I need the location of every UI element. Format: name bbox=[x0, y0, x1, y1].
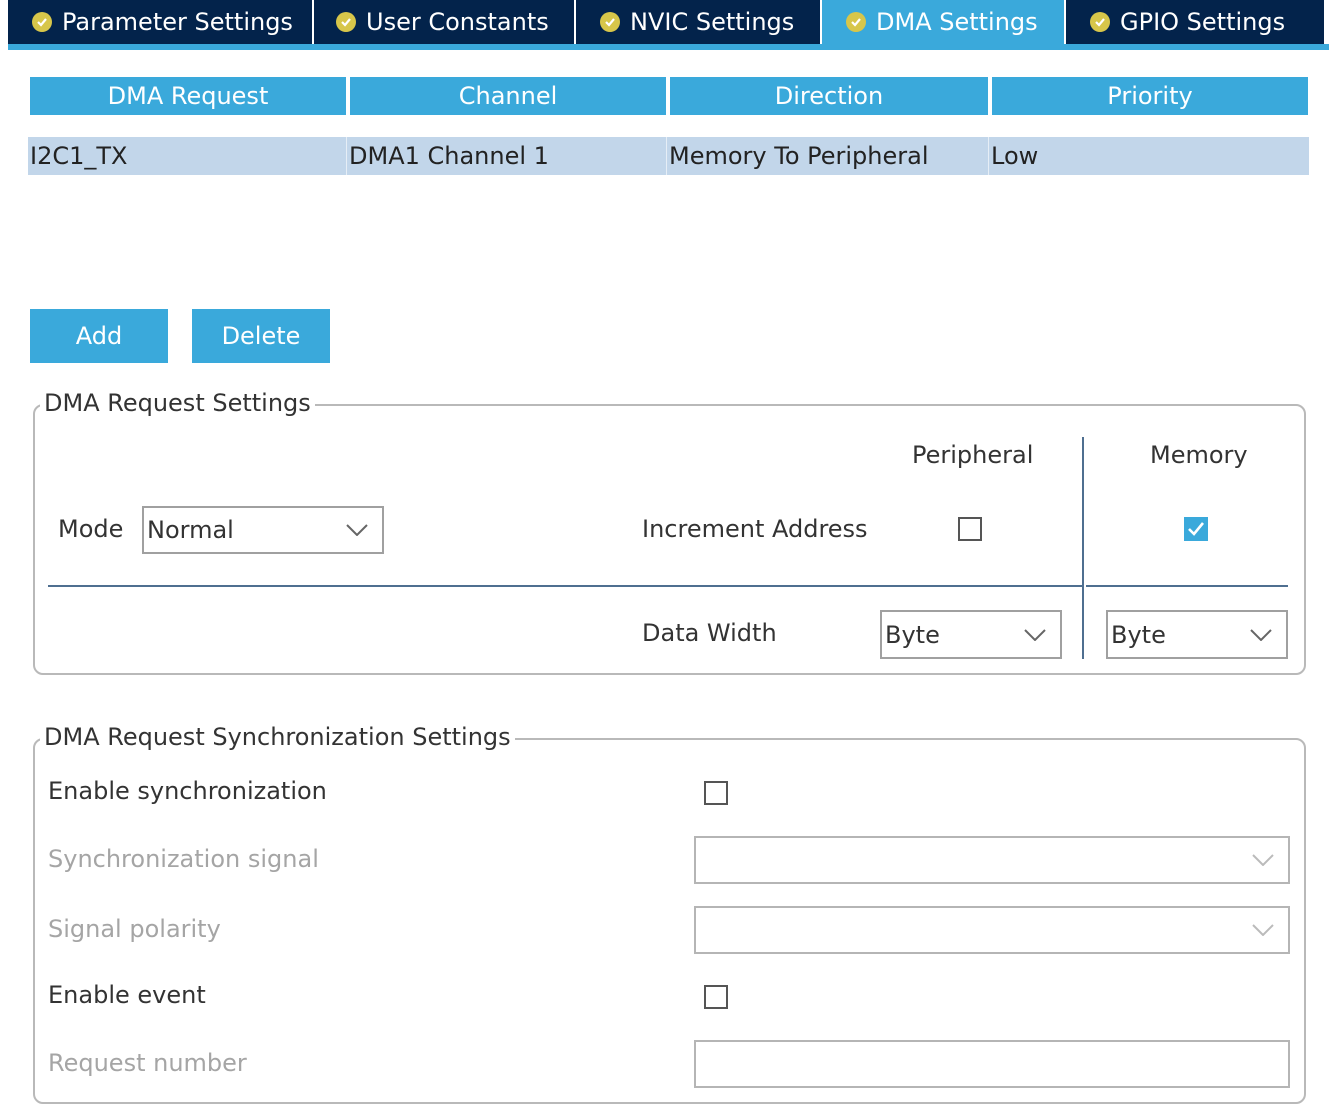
tab-underline bbox=[8, 44, 1329, 50]
request-number-input[interactable] bbox=[694, 1040, 1290, 1088]
column-header-priority[interactable]: Priority bbox=[992, 77, 1308, 115]
memory-header: Memory bbox=[1150, 441, 1248, 469]
mode-select[interactable]: Normal bbox=[142, 506, 384, 554]
memory-data-width-select[interactable]: Byte bbox=[1106, 610, 1288, 659]
check-circle-icon bbox=[336, 12, 356, 32]
tab-label: NVIC Settings bbox=[630, 8, 795, 36]
tab-gpio-settings[interactable]: GPIO Settings bbox=[1066, 0, 1324, 44]
chevron-down-icon bbox=[1252, 924, 1274, 936]
memory-increment-checkbox[interactable] bbox=[1184, 517, 1208, 541]
mode-select-value: Normal bbox=[147, 516, 234, 544]
column-header-channel[interactable]: Channel bbox=[350, 77, 666, 115]
tab-dma-settings[interactable]: DMA Settings bbox=[822, 0, 1066, 44]
signal-polarity-label: Signal polarity bbox=[48, 915, 221, 943]
table-cell-direction[interactable]: Memory To Peripheral bbox=[667, 137, 989, 175]
data-width-label: Data Width bbox=[642, 619, 777, 647]
request-number-label: Request number bbox=[48, 1049, 247, 1077]
dma-request-settings-legend: DMA Request Settings bbox=[40, 389, 315, 417]
tab-label: Parameter Settings bbox=[62, 8, 293, 36]
column-header-dma-request[interactable]: DMA Request bbox=[30, 77, 346, 115]
enable-event-label: Enable event bbox=[48, 981, 206, 1009]
table-cell-dma-request[interactable]: I2C1_TX bbox=[28, 137, 347, 175]
tab-parameter-settings[interactable]: Parameter Settings bbox=[8, 0, 314, 44]
check-circle-icon bbox=[600, 12, 620, 32]
dma-sync-settings-legend: DMA Request Synchronization Settings bbox=[40, 723, 515, 751]
checkmark-icon bbox=[1188, 522, 1205, 536]
increment-address-label: Increment Address bbox=[642, 515, 868, 543]
add-button[interactable]: Add bbox=[30, 309, 168, 363]
peripheral-data-width-value: Byte bbox=[885, 620, 940, 649]
chevron-down-icon bbox=[1250, 628, 1272, 641]
table-cell-priority[interactable]: Low bbox=[989, 137, 1309, 175]
enable-synchronization-checkbox[interactable] bbox=[704, 781, 728, 805]
tab-label: GPIO Settings bbox=[1120, 8, 1286, 36]
row-divider bbox=[1086, 585, 1288, 587]
enable-synchronization-label: Enable synchronization bbox=[48, 777, 327, 805]
memory-data-width-value: Byte bbox=[1111, 620, 1166, 649]
peripheral-increment-checkbox[interactable] bbox=[958, 517, 982, 541]
tab-nvic-settings[interactable]: NVIC Settings bbox=[576, 0, 822, 44]
enable-event-checkbox[interactable] bbox=[704, 985, 728, 1009]
column-header-direction[interactable]: Direction bbox=[670, 77, 988, 115]
signal-polarity-select[interactable] bbox=[694, 906, 1290, 954]
check-circle-icon bbox=[32, 12, 52, 32]
row-divider bbox=[48, 585, 1083, 587]
chevron-down-icon bbox=[1252, 854, 1274, 866]
chevron-down-icon bbox=[1024, 628, 1046, 641]
delete-button[interactable]: Delete bbox=[192, 309, 330, 363]
column-divider bbox=[1082, 437, 1084, 659]
tab-label: DMA Settings bbox=[876, 8, 1038, 36]
synchronization-signal-label: Synchronization signal bbox=[48, 845, 319, 873]
peripheral-header: Peripheral bbox=[912, 441, 1034, 469]
tab-bar: Parameter Settings User Constants NVIC S… bbox=[8, 0, 1329, 48]
table-cell-channel[interactable]: DMA1 Channel 1 bbox=[347, 137, 667, 175]
synchronization-signal-select[interactable] bbox=[694, 836, 1290, 884]
peripheral-data-width-select[interactable]: Byte bbox=[880, 610, 1062, 659]
check-circle-icon bbox=[846, 12, 866, 32]
chevron-down-icon bbox=[346, 524, 368, 536]
check-circle-icon bbox=[1090, 12, 1110, 32]
tab-user-constants[interactable]: User Constants bbox=[314, 0, 576, 44]
mode-label: Mode bbox=[58, 515, 124, 543]
tab-label: User Constants bbox=[366, 8, 549, 36]
